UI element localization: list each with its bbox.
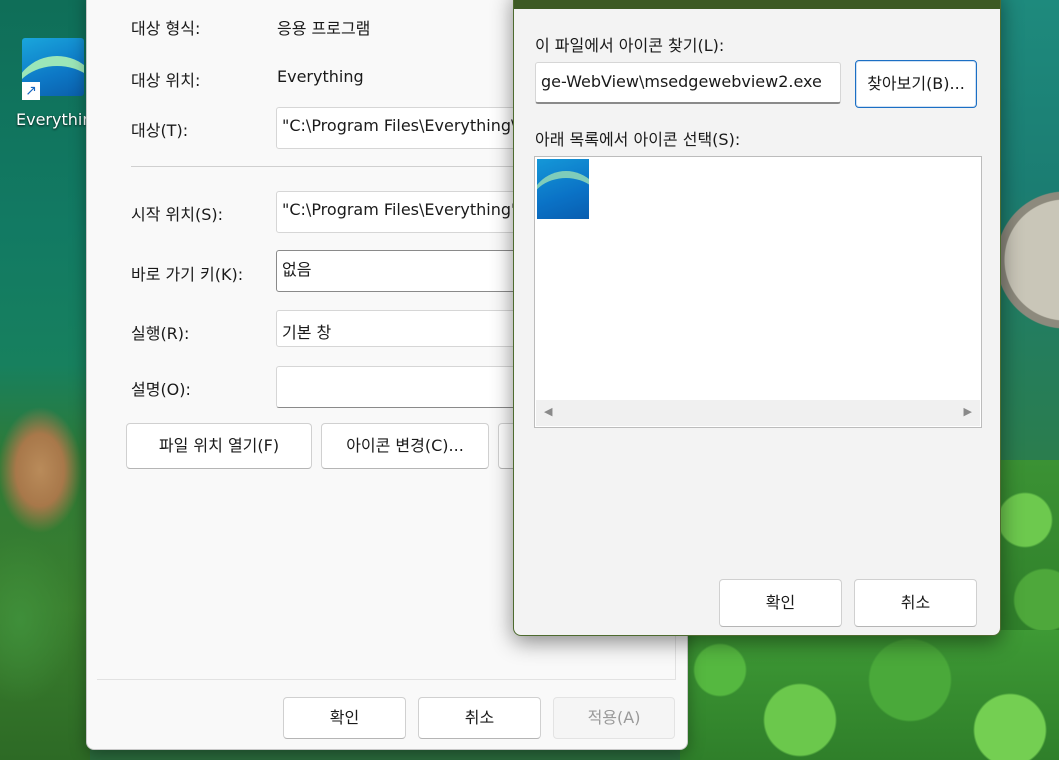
open-file-location-button[interactable]: 파일 위치 열기(F) — [126, 423, 312, 469]
target-label: 대상(T): — [131, 121, 189, 140]
wallpaper-right-region — [995, 0, 1059, 470]
change-icon-dialog: 이 파일에서 아이콘 찾기(L): ge-WebView\msedgewebvi… — [513, 0, 1001, 636]
find-icons-label: 이 파일에서 아이콘 찾기(L): — [535, 36, 725, 55]
target-location-label: 대상 위치: — [131, 71, 201, 90]
icon-cancel-button[interactable]: 취소 — [854, 579, 977, 627]
scroll-right-icon[interactable]: ▶ — [964, 405, 972, 418]
target-location-value: Everything — [277, 67, 364, 86]
start-in-label: 시작 위치(S): — [131, 205, 223, 224]
ok-button[interactable]: 확인 — [283, 697, 406, 739]
horizontal-scrollbar[interactable]: ◀ ▶ — [536, 400, 980, 426]
target-type-label: 대상 형식: — [131, 19, 201, 38]
comment-label: 설명(O): — [131, 380, 191, 399]
apply-button[interactable]: 적용(A) — [553, 697, 675, 739]
wallpaper-right-trees — [995, 460, 1059, 640]
scroll-left-icon[interactable]: ◀ — [544, 405, 552, 418]
target-type-value: 응용 프로그램 — [277, 19, 371, 38]
wallpaper-bottom-trees — [680, 630, 1059, 760]
cancel-button[interactable]: 취소 — [418, 697, 541, 739]
desktop-shortcut-everything[interactable]: ↗ Everythin — [12, 38, 92, 129]
browse-button[interactable]: 찾아보기(B)... — [855, 60, 977, 108]
desktop-icon-label: Everythin — [16, 110, 93, 129]
webview-app-icon[interactable] — [537, 159, 589, 219]
run-label: 실행(R): — [131, 324, 190, 343]
shortcut-key-label: 바로 가기 키(K): — [131, 265, 244, 284]
icon-list[interactable]: ◀ ▶ — [534, 156, 982, 428]
icon-file-path-input[interactable]: ge-WebView\msedgewebview2.exe — [535, 62, 841, 104]
change-icon-button[interactable]: 아이콘 변경(C)... — [321, 423, 489, 469]
dialog-titlebar[interactable] — [514, 0, 1000, 9]
select-icon-label: 아래 목록에서 아이콘 선택(S): — [535, 130, 741, 149]
icon-ok-button[interactable]: 확인 — [719, 579, 842, 627]
shortcut-arrow-icon: ↗ — [22, 82, 40, 100]
